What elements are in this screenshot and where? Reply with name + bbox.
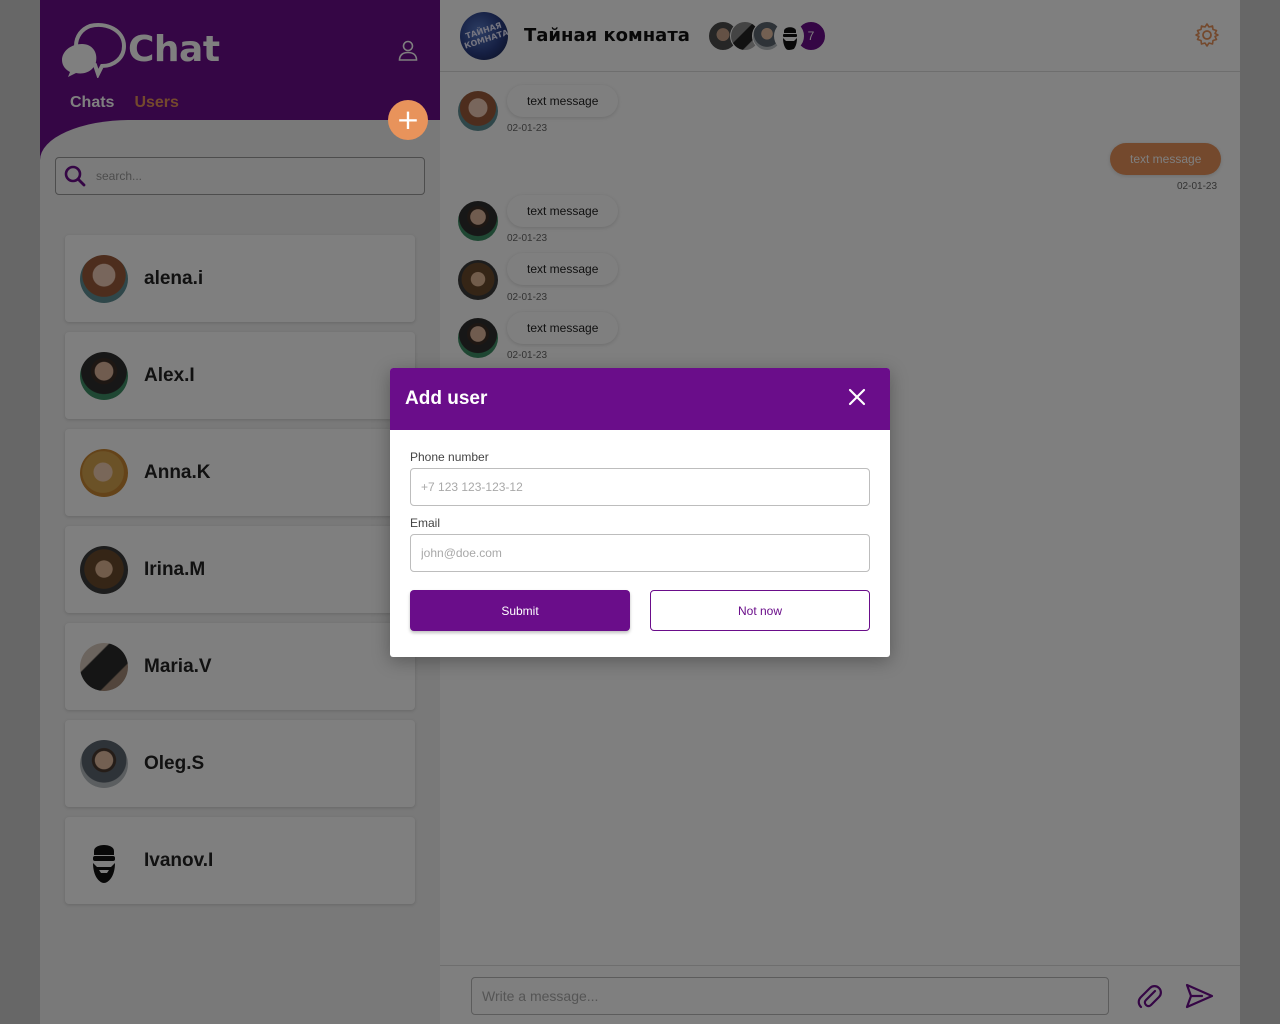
not-now-button[interactable]: Not now — [650, 590, 870, 631]
phone-field[interactable] — [410, 468, 870, 506]
add-user-dialog: Add user Phone number Email Submit Not n… — [390, 368, 890, 657]
dialog-body: Phone number Email Submit Not now — [390, 430, 890, 631]
dialog-header: Add user — [390, 368, 890, 430]
phone-label: Phone number — [410, 450, 489, 464]
close-icon[interactable] — [848, 388, 866, 406]
dialog-title: Add user — [405, 388, 488, 409]
submit-button[interactable]: Submit — [410, 590, 630, 631]
add-user-button[interactable]: + — [388, 100, 428, 140]
plus-icon: + — [396, 103, 420, 136]
dialog-actions: Submit Not now — [410, 590, 870, 631]
email-field[interactable] — [410, 534, 870, 572]
email-label: Email — [410, 516, 441, 530]
